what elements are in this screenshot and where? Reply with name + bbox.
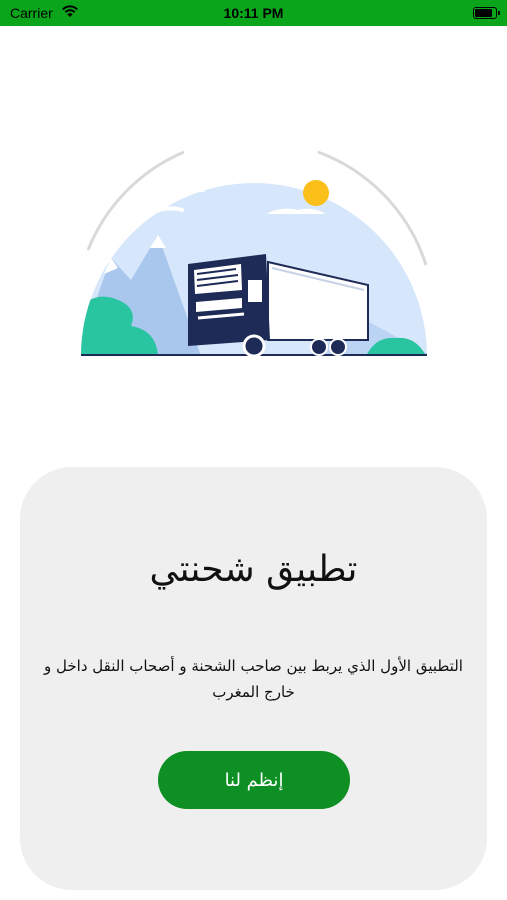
status-bar: Carrier 10:11 PM	[0, 0, 507, 26]
app-title: تطبيق شحنتي	[149, 549, 358, 590]
battery-icon	[473, 7, 500, 19]
join-button[interactable]: إنظم لنا	[158, 751, 350, 809]
intro-card: تطبيق شحنتي التطبيق الأول الذي يربط بين …	[20, 467, 487, 890]
sun-icon	[303, 180, 329, 206]
battery-level	[475, 9, 492, 17]
truck-illustration	[81, 150, 428, 358]
app-description: التطبيق الأول الذي يربط بين صاحب الشحنة …	[44, 657, 463, 701]
clock: 10:11 PM	[223, 5, 284, 21]
